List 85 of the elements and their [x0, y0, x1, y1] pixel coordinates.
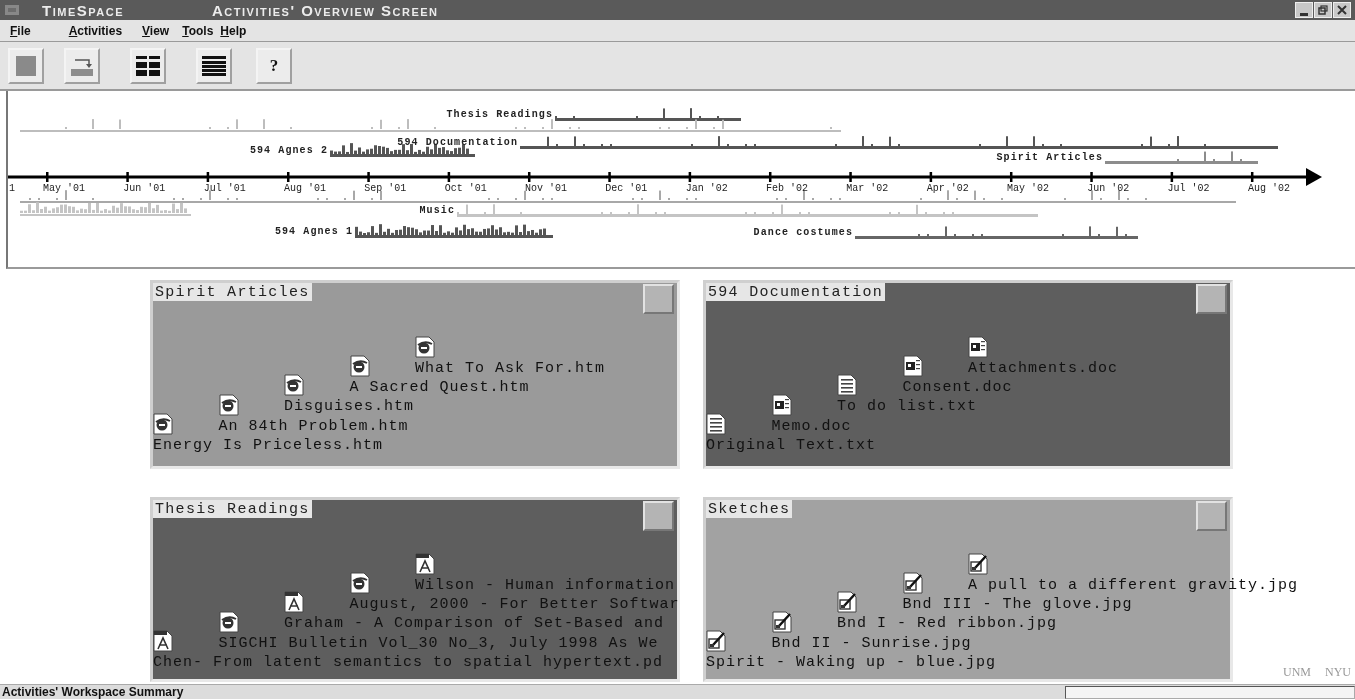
panel-button[interactable]	[1196, 284, 1227, 314]
month-label: Sep '01	[364, 183, 407, 194]
month-label: Mar '02	[846, 183, 889, 194]
panel-title: Sketches	[706, 500, 793, 518]
panel-button[interactable]	[1196, 501, 1227, 531]
web-page-icon	[415, 335, 435, 358]
close-button[interactable]	[1333, 2, 1351, 18]
app-name: TimeSpace	[42, 1, 125, 19]
minimize-icon	[1300, 12, 1308, 16]
list-layout-icon	[201, 54, 227, 77]
toolbar-button[interactable]	[130, 47, 166, 84]
file-name[interactable]: Spirit - Waking up - blue.jpg	[706, 655, 997, 671]
month-label: Aug '02	[1247, 183, 1290, 194]
track-label: Dance costumes	[753, 227, 853, 238]
menu-item[interactable]: Help	[218, 23, 249, 38]
month-label: Jun '01	[123, 183, 166, 194]
text-file-icon	[837, 374, 857, 397]
file-name[interactable]: A pull to a different gravity.jpg	[968, 577, 1299, 594]
track-label: 594 Agnes 1	[274, 226, 353, 237]
document-icon	[968, 335, 988, 358]
web-page-icon	[349, 355, 370, 378]
image-file-icon	[902, 572, 923, 595]
web-page-icon	[153, 413, 173, 435]
toolbar-button[interactable]	[196, 47, 232, 84]
track-label: 594 Agnes 2	[249, 145, 328, 156]
window-title: Activities' Overview Screen	[212, 1, 440, 19]
month-label: Dec '01	[605, 183, 648, 194]
web-page-icon	[218, 610, 239, 633]
month-label: May '02	[1006, 183, 1049, 194]
month-label: Apr '02	[926, 183, 969, 194]
menu-item[interactable]: View	[140, 23, 172, 38]
track-label: 594 Documentation	[397, 137, 518, 148]
month-label: Aug '01	[284, 183, 326, 194]
panel-button[interactable]	[643, 284, 674, 314]
document-icon	[902, 355, 923, 378]
status-text: Activities' Workspace Summary	[2, 685, 185, 699]
track-label: Music	[419, 205, 455, 216]
track-label: Spirit Articles	[996, 152, 1103, 163]
file-name[interactable]: Disguises.htm	[284, 399, 415, 416]
file-name[interactable]: An 84th Problem.htm	[218, 418, 409, 435]
month-label: 1	[9, 183, 15, 194]
file-name[interactable]: What To Ask For.htm	[415, 360, 606, 377]
square-icon	[15, 54, 37, 77]
grid-layout-icon	[135, 54, 161, 77]
file-name[interactable]: Energy Is Priceless.htm	[153, 438, 384, 454]
image-file-icon	[771, 610, 792, 633]
app-icon	[4, 3, 20, 17]
image-file-icon	[837, 591, 857, 614]
restore-icon	[1318, 5, 1328, 15]
menu-item[interactable]: Activities	[66, 23, 125, 38]
file-name[interactable]: A Sacred Quest.htm	[349, 380, 530, 397]
text-file-icon	[706, 413, 726, 435]
panel-button[interactable]	[643, 501, 674, 531]
web-page-icon	[349, 572, 370, 595]
month-label: Jan '02	[685, 183, 728, 194]
file-name[interactable]: Bnd III - The glove.jpg	[902, 597, 1133, 614]
month-label: Nov '01	[524, 183, 567, 194]
month-label: Jun '02	[1087, 183, 1130, 194]
footer-mark: NYU	[1325, 665, 1351, 680]
menu-item[interactable]: File	[8, 23, 33, 38]
pdf-file-icon	[284, 591, 304, 614]
footer-mark: UNM	[1283, 665, 1311, 680]
help-button[interactable]: ?	[256, 47, 292, 84]
maximize-button[interactable]	[1314, 2, 1332, 18]
pdf-file-icon	[415, 552, 435, 575]
web-page-icon	[218, 393, 239, 416]
track-label: Thesis Readings	[446, 109, 553, 120]
close-icon	[1337, 5, 1347, 15]
pdf-file-icon	[153, 630, 173, 652]
month-label: Jul '02	[1167, 183, 1210, 194]
file-name[interactable]: Bnd I - Red ribbon.jpg	[837, 616, 1058, 633]
panel-title: Thesis Readings	[153, 500, 312, 518]
panel-title: 594 Documentation	[706, 283, 886, 301]
month-label: Oct '01	[444, 183, 487, 194]
month-label: May '01	[43, 183, 85, 194]
image-file-icon	[706, 630, 726, 652]
month-label: Feb '02	[765, 183, 808, 194]
menu-item[interactable]: Tools	[180, 23, 216, 38]
month-label: Jul '01	[203, 183, 246, 194]
document-icon	[771, 393, 792, 416]
web-page-icon	[284, 374, 304, 397]
image-file-icon	[968, 552, 988, 575]
minimize-button[interactable]	[1295, 2, 1313, 18]
panel-title: Spirit Articles	[153, 283, 312, 301]
file-name[interactable]: Bnd II - Sunrise.jpg	[771, 635, 972, 652]
